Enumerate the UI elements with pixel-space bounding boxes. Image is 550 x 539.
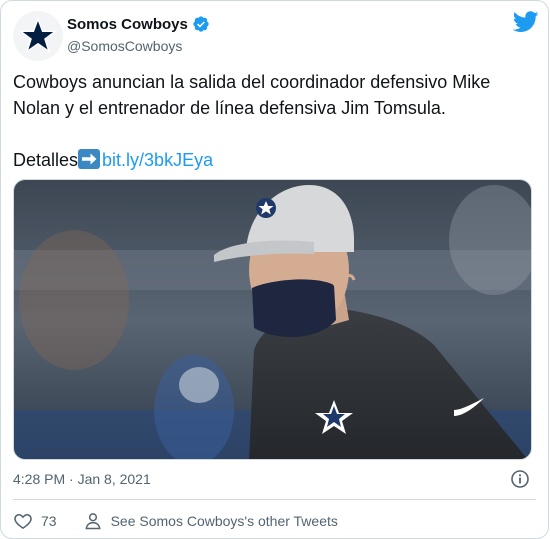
display-name[interactable]: Somos Cowboys	[67, 16, 188, 33]
like-button[interactable]: 73	[13, 511, 57, 531]
heart-icon	[14, 513, 32, 529]
star-logo-icon	[18, 16, 58, 54]
tweet-link[interactable]: bit.ly/3bkJEya	[102, 150, 213, 170]
other-tweets-link[interactable]: See Somos Cowboys's other Tweets	[83, 511, 338, 531]
divider	[13, 499, 536, 500]
other-tweets-label: See Somos Cowboys's other Tweets	[110, 513, 338, 529]
tweet-detail-line: Detalles bit.ly/3bkJEya	[13, 147, 538, 173]
tweet-header: Somos Cowboys @SomosCowboys	[13, 11, 539, 61]
person-icon	[85, 513, 101, 530]
detail-prefix: Detalles	[13, 150, 79, 170]
tweet-text: Cowboys anuncian la salida del coordinad…	[13, 69, 538, 173]
tweet-actions: 73 See Somos Cowboys's other Tweets	[13, 510, 338, 532]
avatar[interactable]	[13, 11, 63, 61]
info-icon[interactable]	[510, 469, 530, 489]
twitter-bird-icon[interactable]	[513, 11, 539, 33]
tweet-body: Cowboys anuncian la salida del coordinad…	[13, 72, 491, 118]
tweet-card: Somos Cowboys @SomosCowboys Cowboys anun…	[0, 0, 549, 539]
account-names[interactable]: Somos Cowboys @SomosCowboys	[67, 15, 210, 54]
tweet-media-photo[interactable]	[13, 179, 532, 460]
right-arrow-emoji-icon	[78, 149, 101, 169]
tweet-timestamp[interactable]: 4:28 PM · Jan 8, 2021	[13, 471, 151, 487]
coach-photo	[14, 180, 531, 459]
like-count: 73	[41, 513, 57, 529]
handle[interactable]: @SomosCowboys	[67, 38, 210, 54]
verified-badge-icon	[193, 16, 209, 32]
